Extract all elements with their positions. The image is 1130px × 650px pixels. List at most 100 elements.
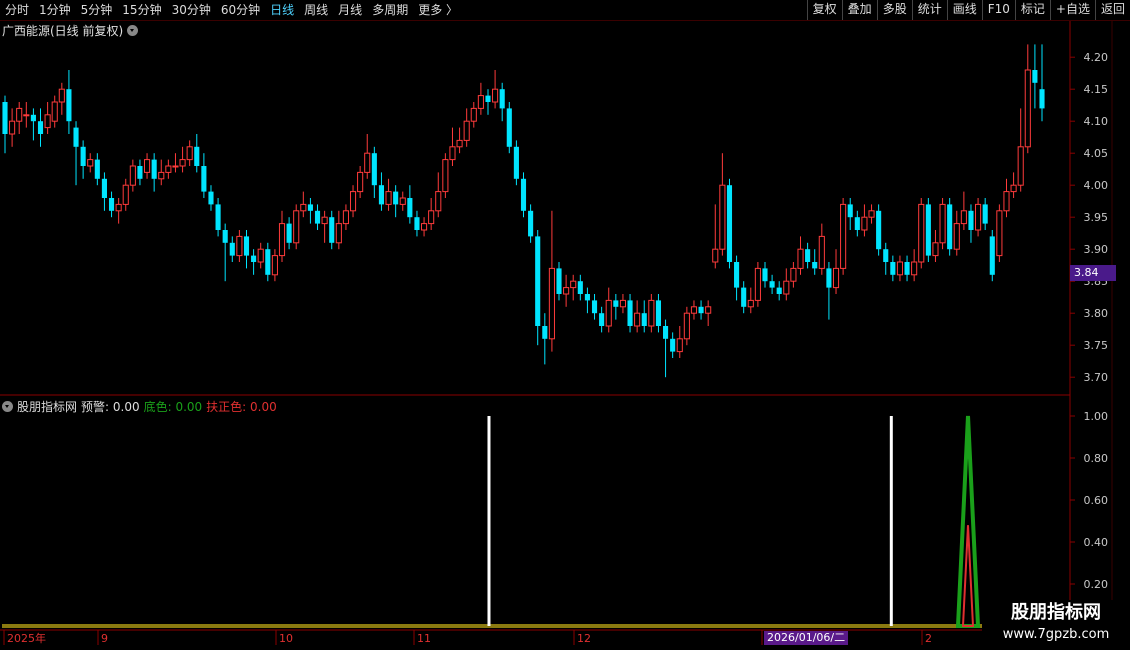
candle-body: [591, 300, 598, 314]
candle-body: [37, 121, 44, 134]
candle-body: [271, 255, 278, 276]
candle-body: [172, 165, 179, 168]
chevron-down-icon[interactable]: [127, 24, 139, 36]
indicator-tick-label: 0.20: [1084, 578, 1109, 591]
indicator-tick-label: 0.40: [1084, 536, 1109, 549]
candle-body: [44, 114, 51, 129]
period-tab-6[interactable]: 日线: [265, 0, 299, 20]
action-button-6[interactable]: 标记: [1014, 0, 1050, 20]
candle-body: [918, 203, 925, 263]
candle-body: [655, 300, 662, 326]
period-tab-1[interactable]: 1分钟: [34, 0, 76, 20]
candle-body: [307, 204, 313, 211]
candle-body: [151, 159, 157, 179]
candle-body: [393, 191, 399, 205]
candle-body: [939, 203, 946, 244]
time-tick-label: 12: [577, 632, 591, 645]
candle-body: [108, 198, 115, 211]
candle-body: [165, 165, 172, 173]
candle-body: [726, 185, 733, 262]
candle-body: [812, 262, 818, 269]
fix-peak: [961, 525, 975, 627]
current-price-tag: 3.84: [1070, 265, 1116, 281]
candle-body: [520, 178, 527, 211]
candle-body: [364, 152, 371, 173]
warn-value: 预警: 0.00: [81, 399, 140, 414]
candle-body: [1024, 69, 1031, 148]
period-tab-8[interactable]: 月线: [333, 0, 367, 20]
indicator-series: [2, 415, 1000, 628]
period-tab-10[interactable]: 更多 〉: [413, 0, 463, 20]
action-button-2[interactable]: 多股: [876, 0, 912, 20]
candle-body: [854, 217, 860, 230]
candle-body: [286, 223, 292, 243]
candle-body: [996, 210, 1003, 257]
time-tick-label: 9: [101, 632, 108, 645]
action-button-5[interactable]: F10: [981, 0, 1015, 20]
candle-body: [300, 203, 307, 212]
stock-title-row: 广西能源(日线 前复权): [2, 21, 139, 39]
candle-body: [528, 210, 534, 237]
candle-body: [960, 210, 967, 225]
candle-body: [627, 300, 633, 326]
chevron-down-icon[interactable]: [2, 400, 13, 412]
candle-body: [989, 236, 995, 275]
indicator-axis: 1.00 0.80 0.60 0.40 0.20: [1070, 410, 1108, 591]
candle-body: [832, 267, 840, 289]
candle-body: [662, 326, 669, 339]
candle-body: [51, 101, 58, 122]
action-button-7[interactable]: +自选: [1049, 0, 1095, 20]
candle-body: [683, 312, 690, 340]
candle-body: [925, 204, 931, 256]
action-button-8[interactable]: 返回: [1094, 0, 1130, 20]
action-button-0[interactable]: 复权: [806, 0, 842, 20]
action-button-3[interactable]: 统计: [911, 0, 947, 20]
period-tab-5[interactable]: 60分钟: [216, 0, 265, 20]
candle-body: [563, 287, 570, 295]
candle-body: [428, 210, 435, 225]
candle-body: [137, 166, 143, 179]
time-tick-label: 2025年: [7, 631, 46, 645]
candle-body: [357, 171, 364, 193]
candle-body: [122, 184, 129, 205]
period-tab-0[interactable]: 分时: [0, 0, 34, 20]
candle-body: [982, 204, 988, 224]
candle-body: [243, 236, 250, 256]
period-tab-2[interactable]: 5分钟: [76, 0, 118, 20]
candle-body: [734, 262, 740, 288]
candle-body: [904, 262, 910, 275]
candle-body: [634, 312, 641, 327]
candle-body: [847, 204, 853, 218]
action-button-4[interactable]: 画线: [946, 0, 982, 20]
candle-body: [314, 210, 321, 224]
candle-body: [676, 338, 683, 353]
candle-body: [584, 294, 590, 301]
period-tab-3[interactable]: 15分钟: [117, 0, 166, 20]
candle-body: [335, 223, 342, 244]
candle-body: [115, 203, 122, 212]
candle-body: [953, 223, 960, 250]
candle-body: [229, 242, 235, 256]
candle-body: [790, 267, 797, 282]
candle-body: [705, 306, 712, 314]
period-tab-9[interactable]: 多周期: [367, 0, 413, 20]
candle-body: [421, 223, 428, 231]
indicator-title-row: 股朋指标网 预警: 0.00 底色: 0.00 扶正色: 0.00: [2, 398, 281, 414]
candlestick-series: [2, 44, 1045, 378]
period-tab-7[interactable]: 周线: [299, 0, 333, 20]
candle-body: [378, 185, 385, 205]
candle-body: [30, 114, 36, 122]
stock-title: 广西能源(日线 前复权): [2, 23, 124, 38]
candle-body: [719, 184, 726, 250]
price-tick-label: 3.80: [1084, 307, 1109, 320]
candle-body: [570, 280, 577, 289]
candle-body: [385, 191, 392, 205]
top-toolbar: 分时 1分钟 5分钟 15分钟 30分钟 60分钟 日线 周线 月线 多周期 更多 〉 复权 叠加 多股…: [0, 0, 1130, 21]
indicator-tick-label: 0.60: [1084, 494, 1109, 507]
period-tab-4[interactable]: 30分钟: [167, 0, 216, 20]
candle-body: [506, 108, 512, 147]
time-tick-label: 10: [279, 632, 293, 645]
action-button-1[interactable]: 叠加: [841, 0, 877, 20]
candle-body: [747, 299, 754, 308]
candle-body: [257, 248, 264, 263]
